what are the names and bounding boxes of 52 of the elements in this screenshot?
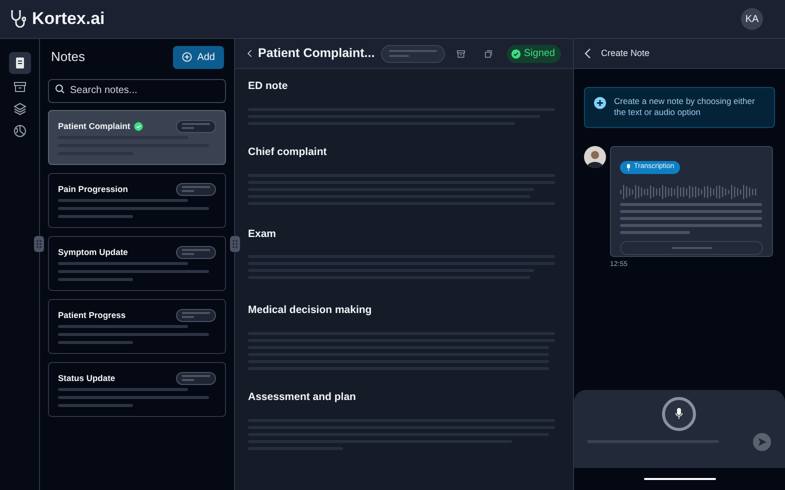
layers-icon <box>12 102 26 116</box>
note-card[interactable]: Pain Progression <box>48 172 226 228</box>
plus-circle-icon <box>594 97 606 109</box>
status-pill <box>176 120 216 132</box>
plus-circle-icon <box>182 52 192 62</box>
add-button[interactable]: Add <box>173 46 224 68</box>
signed-badge: Signed <box>506 44 561 62</box>
skeleton-line <box>620 231 690 234</box>
note-card[interactable]: Patient Progress <box>48 298 226 354</box>
stethoscope-logo-icon <box>10 9 26 29</box>
search-icon <box>55 84 65 94</box>
panel-title: Create Note <box>601 46 650 60</box>
note-card[interactable]: Status Update <box>48 362 226 416</box>
chart-icon <box>12 124 26 138</box>
user-avatar[interactable]: KA <box>741 8 763 30</box>
document-title: Patient Complaint... <box>258 45 375 62</box>
status-pill <box>176 246 216 258</box>
note-card[interactable]: Patient Complaint <box>48 110 226 164</box>
record-button[interactable] <box>662 397 696 431</box>
drag-handle-icon[interactable] <box>230 236 240 252</box>
note-card[interactable]: Symptom Update <box>48 236 226 290</box>
status-pill <box>176 182 216 196</box>
section-heading: Exam <box>248 226 278 242</box>
note-title: Patient Complaint <box>58 120 130 132</box>
note-title: Status Update <box>58 372 116 384</box>
app-name: Kortex.ai <box>32 8 105 30</box>
section-heading: Medical decision making <box>248 303 373 318</box>
microphone-icon <box>675 408 683 420</box>
send-icon[interactable] <box>753 433 771 451</box>
archive-icon[interactable] <box>456 48 465 58</box>
archive-icon <box>12 80 26 94</box>
avatar-icon <box>584 146 606 168</box>
section-heading: Chief complaint <box>248 144 328 160</box>
microphone-icon <box>626 164 631 171</box>
home-indicator <box>644 478 716 480</box>
verified-icon <box>510 48 521 58</box>
note-title: Symptom Update <box>58 246 128 258</box>
info-text: Create a new note by choosing either the text or audio option <box>614 96 756 118</box>
search-field[interactable]: Search notes... <box>48 78 226 102</box>
status-pill <box>380 44 445 62</box>
note-title: Pain Progression <box>58 182 128 196</box>
status-pill <box>176 308 216 322</box>
sidebar-item[interactable] <box>8 52 30 74</box>
back-icon[interactable] <box>247 48 252 59</box>
note-title: Patient Progress <box>58 308 126 322</box>
copy-icon[interactable] <box>484 48 492 58</box>
status-pill <box>176 372 216 384</box>
drag-handle-icon[interactable] <box>34 236 44 252</box>
panel-title: Notes <box>50 48 85 66</box>
section-heading: ED note <box>248 79 289 94</box>
back-icon[interactable] <box>584 48 591 59</box>
section-heading: Assessment and plan <box>248 390 357 405</box>
